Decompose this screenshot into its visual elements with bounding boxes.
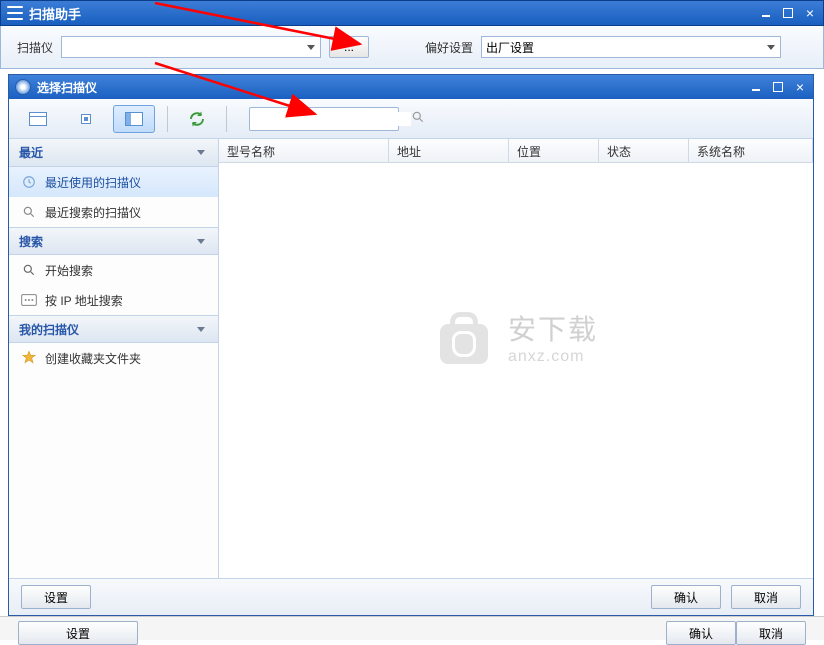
star-folder-icon [21, 350, 37, 366]
minimize-button[interactable] [759, 6, 773, 20]
dialog-titlebar: 选择扫描仪 × [9, 75, 813, 99]
column-headers: 型号名称 地址 位置 状态 系统名称 [219, 139, 813, 163]
settings-button-label: 设置 [44, 589, 68, 606]
chevron-down-icon [194, 234, 208, 248]
main-cancel-button[interactable]: 取消 [736, 621, 806, 645]
toolbar-divider [167, 106, 168, 132]
watermark-text-en: anxz.com [508, 348, 598, 366]
toolbar-divider [226, 106, 227, 132]
column-location[interactable]: 位置 [509, 139, 599, 162]
dropdown-arrow-icon [304, 40, 318, 54]
dialog-body: 最近 最近使用的扫描仪 最近搜索的扫描仪 搜索 开始搜索 按 IP 地 [9, 139, 813, 579]
dialog-icon [15, 79, 31, 95]
chevron-down-icon [194, 146, 208, 160]
dialog-window-controls: × [749, 80, 807, 94]
app-icon [7, 6, 23, 20]
column-model-name[interactable]: 型号名称 [219, 139, 389, 162]
cancel-button[interactable]: 取消 [731, 585, 801, 609]
main-ok-label: 确认 [689, 625, 713, 642]
clock-icon [21, 174, 37, 190]
watermark-text-cn: 安下载 [508, 308, 598, 348]
search-icon [411, 110, 425, 127]
main-bottom-bar: 设置 确认 取消 [0, 616, 824, 640]
dialog-minimize-button[interactable] [749, 80, 763, 94]
browse-scanner-button[interactable]: ... [329, 36, 369, 58]
preset-combo[interactable]: 出厂设置 [481, 36, 781, 58]
dialog-title: 选择扫描仪 [37, 79, 749, 96]
close-button[interactable]: × [803, 6, 817, 20]
sidebar-item-recent-searched[interactable]: 最近搜索的扫描仪 [9, 197, 218, 227]
select-scanner-dialog: 选择扫描仪 × 最近 最近 [8, 74, 814, 616]
ok-button-label: 确认 [674, 589, 698, 606]
dialog-toolbar [9, 99, 813, 139]
maximize-button[interactable] [781, 6, 795, 20]
ip-icon [21, 292, 37, 308]
magnifier-icon [21, 262, 37, 278]
column-status[interactable]: 状态 [599, 139, 689, 162]
sidebar-group-search[interactable]: 搜索 [9, 227, 218, 255]
icon-view-icon [81, 114, 91, 124]
search-doc-icon [21, 204, 37, 220]
list-view-icon [29, 112, 47, 126]
dropdown-arrow-icon [764, 40, 778, 54]
sidebar-group-my-scanners[interactable]: 我的扫描仪 [9, 315, 218, 343]
sidebar-item-recent-used[interactable]: 最近使用的扫描仪 [9, 167, 218, 197]
column-system-name[interactable]: 系统名称 [689, 139, 813, 162]
group-label: 最近 [19, 144, 43, 161]
main-window-titlebar: 扫描助手 × [0, 0, 824, 26]
preset-combo-value: 出厂设置 [486, 39, 534, 56]
content-area: 型号名称 地址 位置 状态 系统名称 安下载 anxz.com [219, 139, 813, 578]
scanner-combo[interactable] [61, 36, 321, 58]
search-box[interactable] [249, 107, 399, 131]
sidebar-item-label: 开始搜索 [45, 262, 93, 279]
dialog-footer: 设置 确认 取消 [9, 579, 813, 615]
main-window-title: 扫描助手 [29, 4, 759, 23]
dialog-maximize-button[interactable] [771, 80, 785, 94]
refresh-button[interactable] [180, 105, 214, 133]
group-label: 我的扫描仪 [19, 321, 79, 338]
browse-label: ... [344, 40, 354, 54]
sidebar-item-create-favorites[interactable]: 创建收藏夹文件夹 [9, 343, 218, 373]
watermark-badge-icon [434, 310, 494, 364]
ok-button[interactable]: 确认 [651, 585, 721, 609]
sidebar-item-label: 按 IP 地址搜索 [45, 292, 123, 309]
sidebar-item-search-ip[interactable]: 按 IP 地址搜索 [9, 285, 218, 315]
sidebar-item-start-search[interactable]: 开始搜索 [9, 255, 218, 285]
dialog-close-button[interactable]: × [793, 80, 807, 94]
sidebar-group-recent[interactable]: 最近 [9, 139, 218, 167]
detail-view-icon [125, 112, 143, 126]
settings-button[interactable]: 设置 [21, 585, 91, 609]
main-toolbar: 扫描仪 ... 偏好设置 出厂设置 [0, 26, 824, 69]
group-label: 搜索 [19, 233, 43, 250]
window-controls: × [759, 6, 817, 20]
sidebar: 最近 最近使用的扫描仪 最近搜索的扫描仪 搜索 开始搜索 按 IP 地 [9, 139, 219, 578]
sidebar-item-label: 最近使用的扫描仪 [45, 174, 141, 191]
view-mode-1-button[interactable] [17, 105, 59, 133]
sidebar-item-label: 创建收藏夹文件夹 [45, 350, 141, 367]
view-mode-2-button[interactable] [65, 105, 107, 133]
main-settings-button[interactable]: 设置 [18, 621, 138, 645]
search-input[interactable] [256, 112, 411, 126]
scanner-label: 扫描仪 [17, 39, 53, 56]
main-cancel-label: 取消 [759, 625, 783, 642]
cancel-button-label: 取消 [754, 589, 778, 606]
refresh-icon [188, 110, 206, 128]
view-mode-3-button[interactable] [113, 105, 155, 133]
preset-label: 偏好设置 [425, 39, 473, 56]
watermark: 安下载 anxz.com [434, 308, 598, 366]
sidebar-item-label: 最近搜索的扫描仪 [45, 204, 141, 221]
main-settings-label: 设置 [66, 625, 90, 642]
chevron-down-icon [194, 322, 208, 336]
column-address[interactable]: 地址 [389, 139, 509, 162]
main-ok-button[interactable]: 确认 [666, 621, 736, 645]
